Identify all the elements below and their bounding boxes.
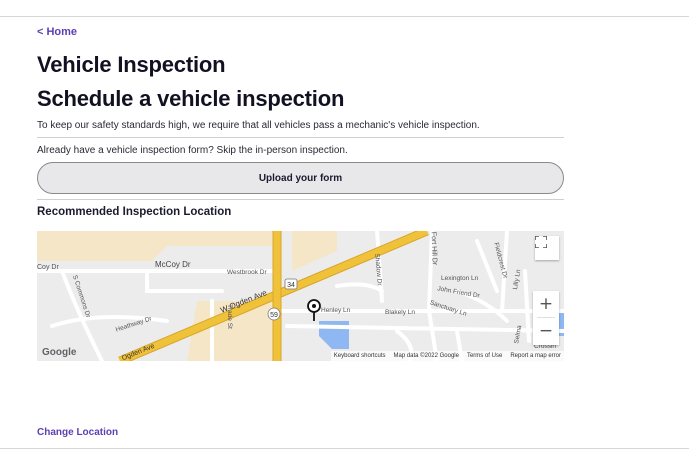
report-map-error-link[interactable]: Report a map error — [510, 353, 561, 359]
fullscreen-button[interactable] — [535, 236, 559, 260]
street-label-blakely: Blakely Ln — [385, 309, 415, 316]
upload-form-button[interactable]: Upload your form — [37, 162, 564, 194]
intro-text: To keep our safety standards high, we re… — [37, 120, 480, 131]
zoom-in-button[interactable]: + — [533, 291, 559, 317]
divider — [37, 199, 564, 200]
divider — [37, 137, 564, 138]
street-label-trade: Trade St — [225, 304, 233, 329]
page-subtitle: Schedule a vehicle inspection — [37, 86, 345, 111]
route-shield-59: 59 — [267, 307, 281, 321]
fullscreen-icon — [535, 236, 547, 248]
terms-of-use-link[interactable]: Terms of Use — [467, 353, 502, 359]
route-shield-34-label: 34 — [287, 282, 295, 289]
location-map[interactable]: 34 59 McCoy Dr Coy Dr Westbrook Dr W Ogd… — [37, 231, 564, 361]
street-label-henley: Henley Ln — [321, 307, 351, 314]
zoom-out-button[interactable]: − — [533, 318, 559, 344]
recommended-location-heading: Recommended Inspection Location — [37, 206, 232, 218]
change-location-link[interactable]: Change Location — [37, 427, 118, 438]
already-have-form-text: Already have a vehicle inspection form? … — [37, 145, 348, 156]
street-label-coy: Coy Dr — [37, 264, 59, 271]
route-shield-59-label: 59 — [270, 312, 278, 319]
page-title: Vehicle Inspection — [37, 52, 226, 77]
map-attribution: Keyboard shortcuts Map data ©2022 Google… — [330, 351, 564, 361]
street-label-mccoy: McCoy Dr — [155, 260, 191, 269]
map-canvas[interactable]: 34 59 — [37, 231, 564, 361]
keyboard-shortcuts-link[interactable]: Keyboard shortcuts — [334, 353, 386, 359]
street-label-westbrook: Westbrook Dr — [227, 269, 267, 276]
street-label-fort-hill: Fort Hill Dr — [429, 231, 438, 266]
street-label-lexington: Lexington Ln — [441, 275, 479, 282]
home-link[interactable]: < Home — [37, 26, 77, 38]
zoom-controls: + − — [533, 291, 559, 345]
route-shield-34: 34 — [284, 278, 298, 290]
google-logo: Google — [42, 347, 77, 358]
map-data-text: Map data ©2022 Google — [393, 353, 459, 359]
